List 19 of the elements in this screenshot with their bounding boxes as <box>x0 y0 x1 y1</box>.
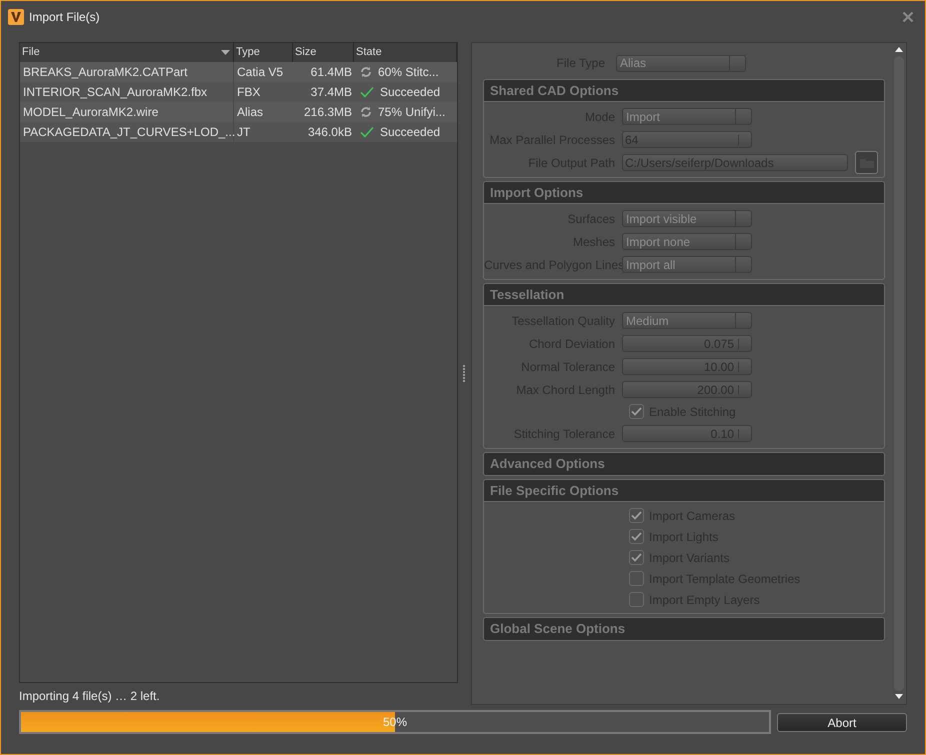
app-logo-icon <box>8 9 24 25</box>
table-cell-text: 60% Stitc... <box>378 64 439 81</box>
table-cell-text: Alias <box>236 104 264 121</box>
close-icon[interactable] <box>902 11 914 23</box>
table-cell-text: 75% Unifyi... <box>378 104 446 121</box>
window-title: Import File(s) <box>29 9 100 26</box>
table-cell-text: 61.4MB <box>310 64 353 81</box>
table-cell-text: FBX <box>236 84 262 101</box>
status-text: Importing 4 file(s) … 2 left. <box>19 688 161 705</box>
table-cell-text: JT <box>236 124 252 141</box>
table-cell: PACKAGEDATA_JT_CURVES+LOD_... <box>20 122 234 142</box>
splitter-handle[interactable] <box>463 365 466 382</box>
table-cell-text: Succeeded <box>380 84 440 101</box>
table-cell-text: Catia V5 <box>236 64 284 81</box>
table-cell-text: 216.3MB <box>302 104 353 121</box>
abort-button[interactable]: Abort <box>777 712 907 732</box>
table-cell-text: 346.0kB <box>306 124 353 141</box>
table-cell-text: 37.4MB <box>310 84 353 101</box>
table-cell-text: Succeeded <box>380 124 440 141</box>
